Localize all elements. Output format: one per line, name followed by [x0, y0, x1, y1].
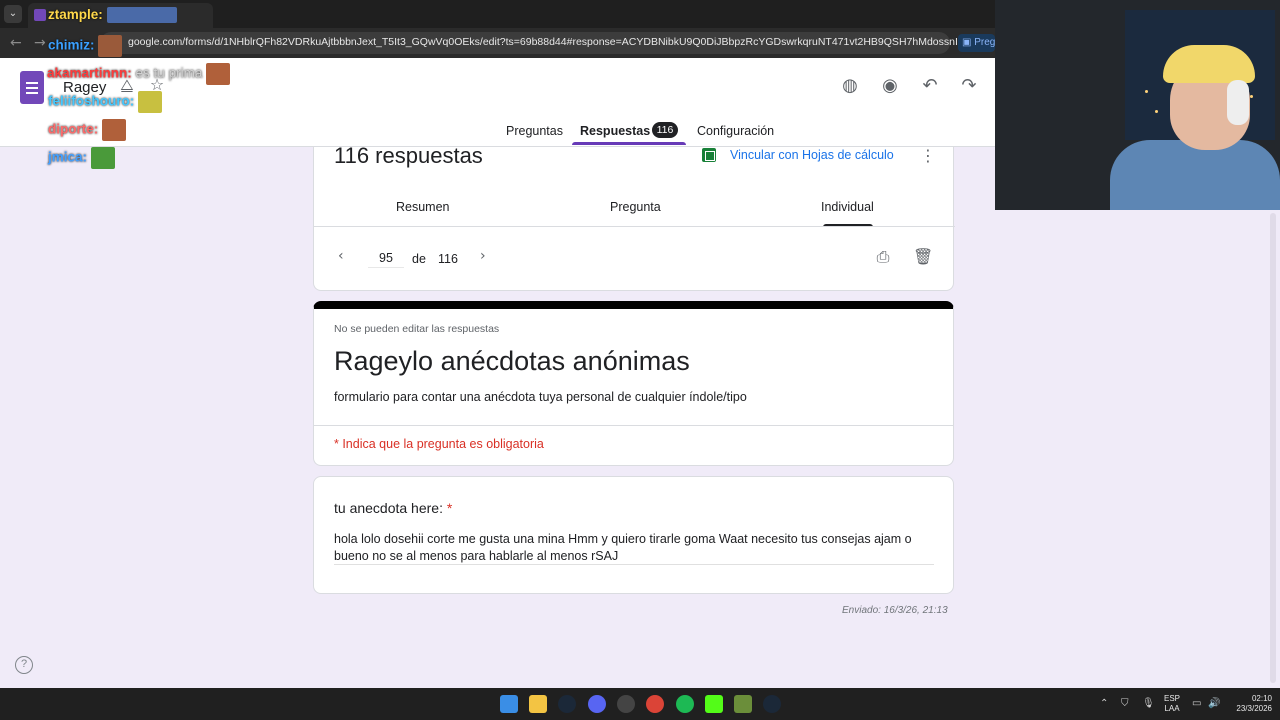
chat-message: akamartinnn: es tu prima	[47, 63, 231, 85]
link-to-sheets-link[interactable]: Vincular con Hojas de cálculo	[730, 148, 894, 162]
chat-message: jmica:	[48, 147, 115, 169]
form-description: formulario para contar una anécdota tuya…	[334, 390, 747, 404]
security-icon[interactable]: ⛉	[1121, 698, 1129, 709]
browser-toolbar: ← → google.com/forms/d/1NHblrQFh82VDRkuA…	[0, 28, 1051, 58]
emote-image	[106, 7, 177, 24]
delete-icon[interactable]: 🗑	[913, 247, 933, 267]
required-star: *	[446, 500, 453, 516]
extension-label: Preg	[974, 37, 995, 48]
webcam-person-shirt	[1110, 140, 1280, 210]
chat-user: ztample:	[48, 7, 103, 22]
chat-user: feliifoshouro:	[48, 93, 135, 109]
sheets-icon[interactable]	[702, 148, 716, 162]
form-header-card: No se pueden editar las respuestas Ragey…	[313, 301, 954, 466]
minecraft-icon[interactable]	[734, 695, 752, 713]
language-indicator[interactable]: ESP LAA	[1160, 694, 1184, 714]
chat-user: diporte:	[48, 121, 99, 137]
microphone-icon[interactable]: 🎙	[1142, 698, 1155, 709]
palette-icon[interactable]: ◍	[839, 75, 861, 97]
steam-icon[interactable]	[558, 695, 576, 713]
help-icon[interactable]: ?	[15, 656, 33, 674]
page-scrollbar[interactable]	[1270, 213, 1276, 683]
webcam-headphones	[1227, 80, 1249, 125]
answer-underline	[334, 564, 934, 565]
no-edit-note: No se pueden editar las respuestas	[334, 323, 500, 335]
subtab-divider	[314, 226, 955, 227]
form-title: Rageylo anécdotas anónimas	[334, 346, 690, 376]
obs-icon[interactable]	[617, 695, 635, 713]
redo-icon[interactable]: ↷	[958, 75, 980, 97]
show-hidden-icons[interactable]: ⌃	[1100, 698, 1108, 709]
start-icon[interactable]	[500, 695, 518, 713]
subtab-resumen[interactable]: Resumen	[396, 200, 450, 214]
webcam-overlay	[995, 0, 1280, 210]
chat-text: es tu prima	[135, 65, 203, 81]
required-note: * Indica que la pregunta es obligatoria	[334, 437, 544, 451]
response-number-input[interactable]	[368, 248, 404, 268]
chat-message: feliifoshouro:	[48, 91, 163, 113]
emote-image	[90, 147, 115, 169]
tab-configuracion[interactable]: Configuración	[697, 124, 774, 138]
next-response-icon[interactable]: ›	[480, 248, 486, 264]
form-divider	[314, 425, 953, 426]
undo-icon[interactable]: ↶	[919, 75, 941, 97]
clock-time: 02:10	[1251, 694, 1272, 703]
responses-count: 116 respuestas	[334, 143, 483, 168]
responses-summary-card: 116 respuestas Vincular con Hojas de cál…	[313, 143, 955, 291]
previous-response-icon[interactable]: ‹	[338, 248, 344, 264]
discord-icon[interactable]	[588, 695, 606, 713]
kick-icon[interactable]	[705, 695, 723, 713]
more-options-icon[interactable]: ⋮	[920, 146, 936, 165]
webcam-person-hat	[1163, 45, 1255, 83]
forward-icon[interactable]: →	[34, 35, 46, 51]
pager-of-label: de	[412, 252, 426, 266]
question-label: tu anecdota here: *	[334, 500, 452, 516]
tab-search-button[interactable]: ⌄	[4, 5, 22, 23]
emote-image	[138, 91, 163, 113]
chat-user: akamartinnn:	[47, 65, 132, 81]
volume-icon[interactable]: 🔊	[1208, 698, 1220, 709]
language-bottom: LAA	[1164, 704, 1180, 713]
chrome-icon[interactable]	[646, 695, 664, 713]
active-tab-indicator	[572, 142, 686, 145]
emote-image	[206, 63, 231, 85]
submitted-timestamp: Enviado: 16/3/26, 21:13	[842, 605, 948, 616]
emote-image	[102, 119, 127, 141]
address-bar[interactable]: google.com/forms/d/1NHblrQFh82VDRkuAjtbb…	[100, 32, 1051, 54]
answer-text: hola lolo dosehii corte me gusta una min…	[334, 532, 912, 563]
subtab-individual[interactable]: Individual	[821, 200, 874, 214]
emote-image	[98, 35, 123, 57]
answer-card: tu anecdota here: * hola lolo dosehii co…	[313, 476, 954, 594]
chat-message: ztample:	[48, 7, 177, 24]
back-icon[interactable]: ←	[10, 35, 22, 51]
language-top: ESP	[1163, 694, 1180, 703]
steam-icon-2[interactable]	[763, 695, 781, 713]
chat-message: chimiz:	[48, 35, 123, 57]
file-explorer-icon[interactable]	[529, 695, 547, 713]
windows-taskbar: ⌃ ⛉ 🎙 ESP LAA ▭ 🔊 02:10 23/3/2026	[0, 688, 1280, 720]
chat-message: diporte:	[48, 119, 127, 141]
url-text: google.com/forms/d/1NHblrQFh82VDRkuAjtbb…	[128, 36, 1051, 48]
spotify-icon[interactable]	[676, 695, 694, 713]
print-icon[interactable]: ⎙	[873, 247, 893, 267]
chat-user: jmica:	[48, 149, 88, 165]
chat-user: chimiz:	[48, 37, 95, 53]
pager-total: 116	[438, 252, 458, 266]
network-icon[interactable]: ▭	[1192, 698, 1201, 709]
tab-preguntas[interactable]: Preguntas	[506, 124, 563, 138]
eye-icon[interactable]: ◉	[879, 75, 901, 97]
responses-count-badge: 116	[652, 122, 678, 138]
subtab-pregunta[interactable]: Pregunta	[610, 200, 661, 214]
clock[interactable]: 02:10 23/3/2026	[1226, 694, 1272, 714]
clock-date: 23/3/2026	[1236, 704, 1272, 713]
forms-favicon	[34, 9, 46, 21]
question-text: tu anecdota here:	[334, 500, 447, 516]
tab-respuestas[interactable]: Respuestas	[580, 124, 650, 138]
forms-logo-icon[interactable]	[20, 71, 44, 104]
extension-button[interactable]: ▣ Preg	[958, 34, 995, 52]
